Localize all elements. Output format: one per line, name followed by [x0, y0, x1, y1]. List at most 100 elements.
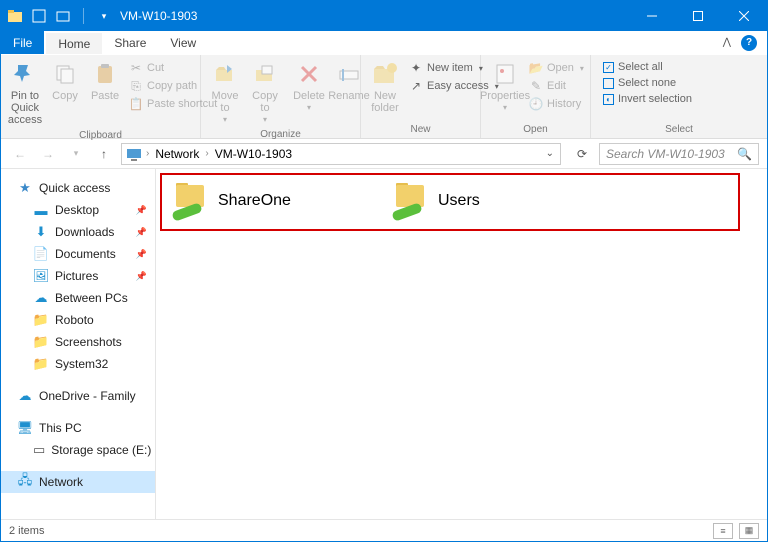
ribbon-collapse-icon[interactable]: ⋀ [723, 37, 731, 48]
edit-button[interactable]: ✎Edit [525, 78, 588, 94]
folder-icon: 📁 [33, 356, 49, 372]
group-label-select: Select [591, 122, 767, 138]
address-dropdown-icon[interactable]: ⌄ [546, 148, 556, 159]
close-button[interactable] [721, 1, 767, 31]
nav-downloads[interactable]: ⬇Downloads📌 [1, 221, 155, 243]
share-item[interactable]: ShareOne [166, 177, 366, 225]
tab-view[interactable]: View [158, 31, 208, 54]
invert-selection-button[interactable]: ◐Invert selection [599, 92, 696, 106]
nav-network[interactable]: 🖧Network [1, 471, 155, 493]
edit-icon: ✎ [529, 79, 543, 93]
rename-button[interactable]: Rename [329, 58, 369, 104]
new-folder-button[interactable]: New folder [365, 58, 405, 116]
folder-icon: 📁 [33, 334, 49, 350]
search-placeholder: Search VM-W10-1903 [606, 147, 725, 161]
pin-icon: 📌 [136, 271, 147, 282]
select-all-icon: ✓ [603, 62, 614, 73]
drive-icon: ▭ [33, 442, 45, 458]
status-bar: 2 items ≡ ▦ [1, 519, 767, 541]
network-path-icon [126, 146, 142, 162]
titlebar: ▾ VM-W10-1903 [1, 1, 767, 31]
nav-storage[interactable]: ▭Storage space (E:) [1, 439, 155, 461]
qat-customize-icon[interactable]: ▾ [96, 8, 112, 24]
paste-button[interactable]: Paste [85, 58, 125, 104]
pin-to-quick-access-button[interactable]: Pin to Quick access [5, 58, 45, 128]
details-view-button[interactable]: ≡ [713, 523, 733, 539]
search-box[interactable]: Search VM-W10-1903 🔍 [599, 143, 759, 165]
select-all-button[interactable]: ✓Select all [599, 60, 696, 74]
pin-icon: 📌 [136, 227, 147, 238]
nav-pictures[interactable]: 🖼Pictures📌 [1, 265, 155, 287]
copy-button[interactable]: Copy [45, 58, 85, 104]
properties-button[interactable]: Properties▾ [485, 58, 525, 115]
this-pc-icon: 🖥 [17, 420, 33, 436]
share-item[interactable]: Users [386, 177, 586, 225]
open-button[interactable]: 📂Open▾ [525, 60, 588, 76]
downloads-icon: ⬇ [33, 224, 49, 240]
up-button[interactable]: ↑ [93, 143, 115, 165]
minimize-button[interactable] [629, 1, 675, 31]
invert-selection-icon: ◐ [603, 94, 614, 105]
nav-documents[interactable]: 📄Documents📌 [1, 243, 155, 265]
qat-properties-icon[interactable] [31, 8, 47, 24]
share-item-label: Users [438, 192, 480, 210]
rename-icon [335, 60, 363, 88]
history-button[interactable]: 🕘History [525, 96, 588, 112]
delete-button[interactable]: Delete▾ [289, 58, 329, 115]
nav-roboto[interactable]: 📁Roboto [1, 309, 155, 331]
nav-quick-access[interactable]: ★Quick access [1, 177, 155, 199]
network-share-icon [172, 183, 208, 219]
ribbon: Pin to Quick access Copy Paste ✂Cut ⎘Cop… [1, 55, 767, 139]
nav-pane: ★Quick access ▬Desktop📌 ⬇Downloads📌 📄Doc… [1, 169, 156, 519]
breadcrumb-network[interactable]: Network [153, 147, 201, 161]
folder-icon: 📁 [33, 312, 49, 328]
help-icon[interactable]: ? [741, 35, 757, 51]
history-icon: 🕘 [529, 97, 543, 111]
select-none-button[interactable]: Select none [599, 76, 696, 90]
network-icon: 🖧 [17, 474, 33, 490]
nav-this-pc[interactable]: 🖥This PC [1, 417, 155, 439]
copy-to-icon [251, 60, 279, 88]
breadcrumb-current[interactable]: VM-W10-1903 [213, 147, 294, 161]
copy-path-icon: ⎘ [129, 79, 143, 93]
copy-icon [51, 60, 79, 88]
onedrive-icon: ☁ [17, 388, 33, 404]
documents-icon: 📄 [33, 246, 49, 262]
nav-desktop[interactable]: ▬Desktop📌 [1, 199, 155, 221]
forward-button[interactable]: → [37, 143, 59, 165]
content-pane[interactable]: ShareOne Users [156, 169, 767, 519]
copy-to-button[interactable]: Copy to▾ [245, 58, 285, 127]
group-label-open: Open [481, 122, 590, 138]
new-folder-icon [371, 60, 399, 88]
pictures-icon: 🖼 [33, 268, 49, 284]
recent-locations-button[interactable]: ▾ [65, 143, 87, 165]
nav-onedrive[interactable]: ☁OneDrive - Family [1, 385, 155, 407]
nav-screenshots[interactable]: 📁Screenshots [1, 331, 155, 353]
tab-share[interactable]: Share [102, 31, 158, 54]
nav-system32[interactable]: 📁System32 [1, 353, 155, 375]
chevron-right-icon[interactable]: › [146, 148, 149, 159]
qat-newfolder-icon[interactable] [55, 8, 71, 24]
open-icon: 📂 [529, 61, 543, 75]
cloud-folder-icon: ☁ [33, 290, 49, 306]
chevron-right-icon[interactable]: › [205, 148, 208, 159]
refresh-button[interactable]: ⟳ [571, 143, 593, 165]
select-none-icon [603, 78, 614, 89]
share-item-label: ShareOne [218, 192, 291, 210]
tab-home[interactable]: Home [46, 31, 102, 54]
pin-icon: 📌 [136, 249, 147, 260]
new-item-icon: ✦ [409, 61, 423, 75]
large-icons-view-button[interactable]: ▦ [739, 523, 759, 539]
cut-icon: ✂ [129, 61, 143, 75]
move-to-icon [211, 60, 239, 88]
tab-file[interactable]: File [1, 31, 44, 54]
address-bar[interactable]: › Network › VM-W10-1903 ⌄ [121, 143, 561, 165]
star-icon: ★ [17, 180, 33, 196]
easy-access-icon: ↗ [409, 79, 423, 93]
maximize-button[interactable] [675, 1, 721, 31]
back-button[interactable]: ← [9, 143, 31, 165]
nav-between-pcs[interactable]: ☁Between PCs [1, 287, 155, 309]
group-label-new: New [361, 122, 480, 138]
move-to-button[interactable]: Move to▾ [205, 58, 245, 127]
search-icon: 🔍 [737, 147, 752, 161]
